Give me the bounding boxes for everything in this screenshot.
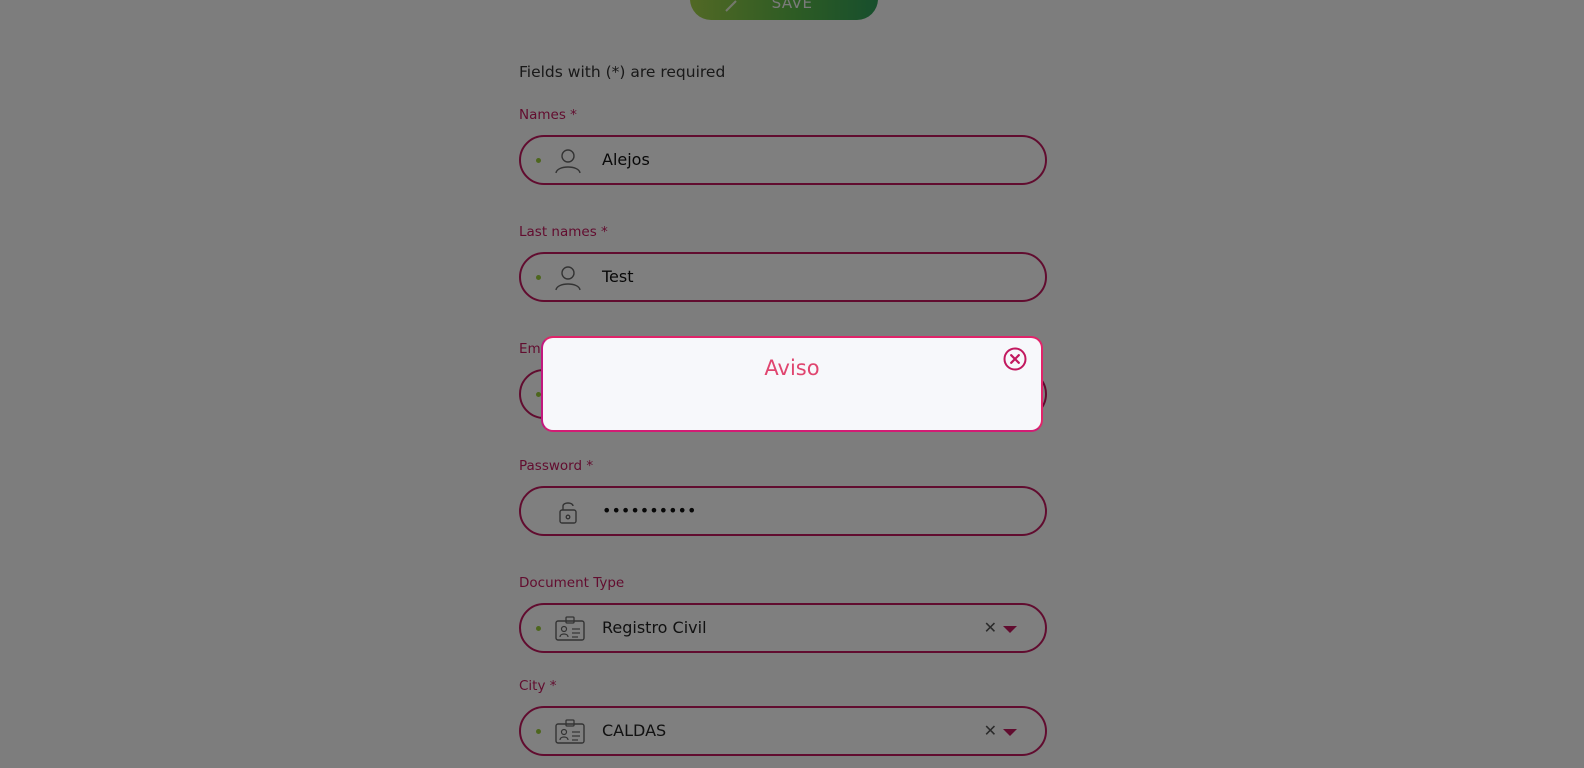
notice-modal: Aviso xyxy=(541,336,1043,432)
app-root: SAVE Fields with (*) are required Names … xyxy=(0,0,1584,768)
close-icon[interactable] xyxy=(1003,347,1027,371)
modal-title: Aviso xyxy=(764,356,820,380)
